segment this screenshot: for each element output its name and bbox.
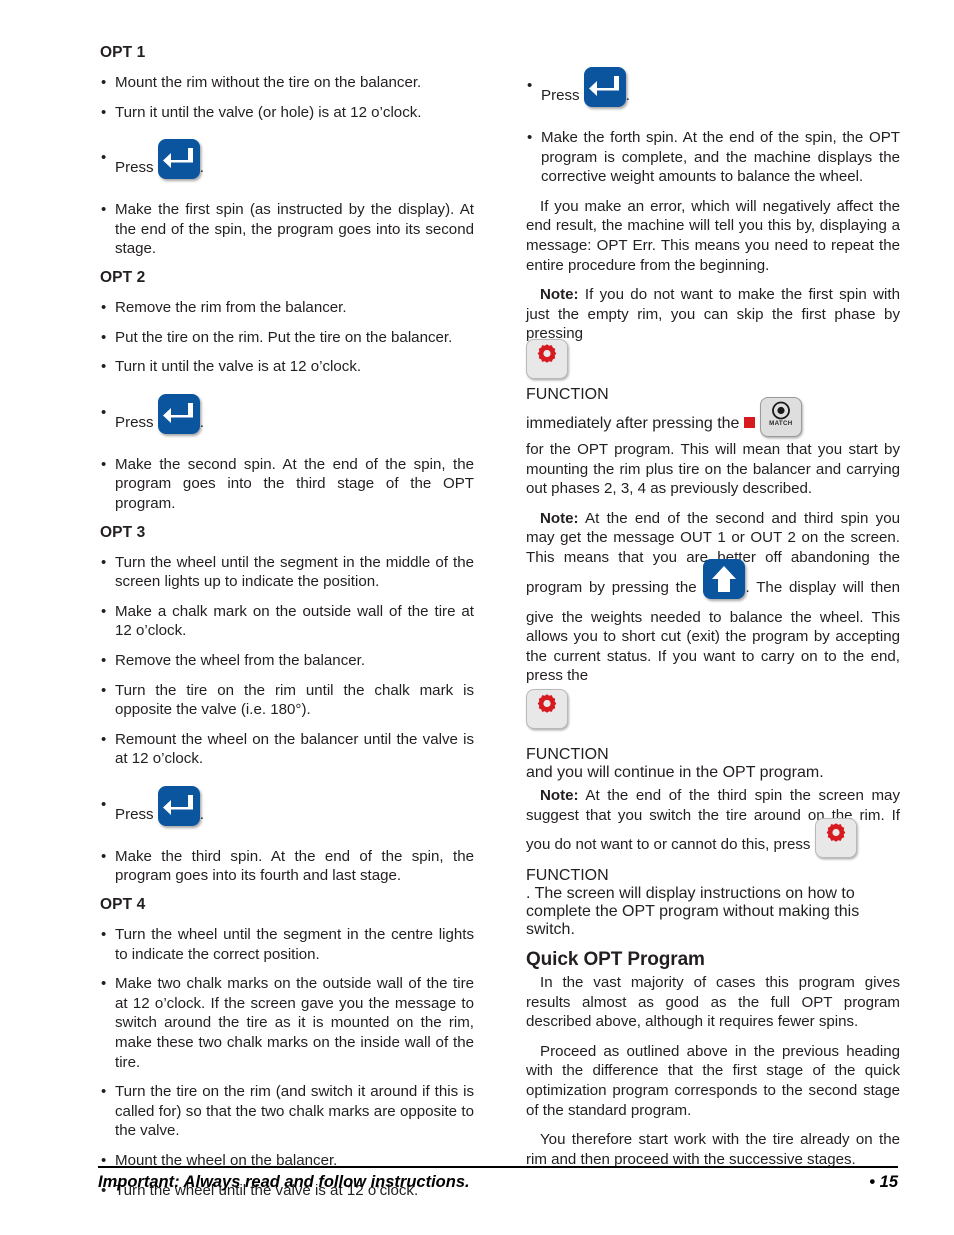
list-item: Make two chalk marks on the outside wall… <box>100 974 474 1072</box>
left-column: OPT 1 Mount the rim without the tire on … <box>100 44 474 1210</box>
note1-text-b: immediately after pressing the <box>526 415 744 433</box>
note1-text-a: If you do not want to make the first spi… <box>526 286 900 343</box>
list-item: Turn it until the valve (or hole) is at … <box>100 103 474 123</box>
match-target-icon[interactable]: MATCH <box>759 396 802 437</box>
press-suffix: . <box>199 805 204 823</box>
note-label: Note: <box>540 286 579 304</box>
press-suffix: . <box>199 159 204 177</box>
footer-page-number: • 15 <box>869 1173 898 1191</box>
bullet-text: Turn it until the valve (or hole) is at … <box>115 103 422 121</box>
bullet-text: Make the first spin (as instructed by th… <box>115 201 474 258</box>
page-footer: Important: Always read and follow instru… <box>98 1166 898 1192</box>
bullet-text: Remove the rim from the balancer. <box>115 298 347 316</box>
function-gear-icon[interactable] <box>526 338 568 379</box>
match-button-label: MATCH <box>769 419 793 427</box>
opt3-press-list: Press . Make the third spin. At the end … <box>100 785 474 886</box>
note1-paragraph: Note: If you do not want to make the fir… <box>526 285 900 344</box>
list-item: Make the first spin (as instructed by th… <box>100 200 474 259</box>
opt2-bullet-list: Remove the rim from the balancer. Put th… <box>100 298 474 377</box>
bullet-text: Make the third spin. At the end of the s… <box>115 847 474 885</box>
press-label: Press <box>541 86 580 104</box>
note2-paragraph: Note: At the end of the second and third… <box>526 509 900 686</box>
bullet-text: Turn the tire on the rim until the chalk… <box>115 681 474 719</box>
note1-paragraph-tail: for the OPT program. This will mean that… <box>526 440 900 498</box>
list-item: Make the third spin. At the end of the s… <box>100 847 474 886</box>
opt3-bullet-list: Turn the wheel until the segment in the … <box>100 553 474 769</box>
list-item: Put the tire on the rim. Put the tire on… <box>100 328 474 348</box>
bullet-text: Make two chalk marks on the outside wall… <box>115 975 474 1071</box>
document-page: OPT 1 Mount the rim without the tire on … <box>0 0 954 1235</box>
list-item: Turn it until the valve is at 12 o’clock… <box>100 357 474 377</box>
opt1-bullet-list: Mount the rim without the tire on the ba… <box>100 73 474 122</box>
quick-opt-paragraph-3: You therefore start work with the tire a… <box>526 1131 900 1168</box>
press-suffix: . <box>625 86 630 104</box>
list-item: Turn the wheel until the segment in the … <box>100 553 474 592</box>
note-label: Note: <box>540 509 579 527</box>
opt4-bullet-list: Turn the wheel until the segment in the … <box>100 925 474 1200</box>
enter-key-icon[interactable] <box>157 393 200 434</box>
list-item-press: Press . <box>100 393 474 443</box>
bullet-text: Make the forth spin. At the end of the s… <box>541 129 900 186</box>
quick-opt-paragraph-1: In the vast majority of cases this progr… <box>526 974 900 1031</box>
heading-opt2: OPT 2 <box>100 268 146 286</box>
heading-opt3: OPT 3 <box>100 523 146 541</box>
list-item: Make a chalk mark on the outside wall of… <box>100 602 474 641</box>
note-label: Note: <box>540 786 579 804</box>
footer-note: Important: Always read and follow instru… <box>98 1173 470 1191</box>
list-item: Make the forth spin. At the end of the s… <box>526 128 900 187</box>
list-item-press: Press . <box>526 67 900 116</box>
bullet-text: Remount the wheel on the balancer until … <box>115 730 474 768</box>
function-gear-icon[interactable] <box>526 688 568 729</box>
up-arrow-key-icon[interactable] <box>703 558 746 599</box>
note3-paragraph: Note: At the end of the third spin the s… <box>526 786 900 865</box>
bullet-text: Turn the wheel until the segment in the … <box>115 553 474 591</box>
bullet-text: Make the second spin. At the end of the … <box>115 455 474 512</box>
enter-key-icon[interactable] <box>583 67 626 107</box>
function-button-label: FUNCTION <box>526 385 609 403</box>
two-column-body: OPT 1 Mount the rim without the tire on … <box>100 44 900 1210</box>
bullet-text: Put the tire on the rim. Put the tire on… <box>115 328 453 346</box>
press-suffix: . <box>199 413 204 431</box>
bullet-text: Turn the tire on the rim (and switch it … <box>115 1083 474 1140</box>
opt1-press-list: Press . Make the first spin (as instruct… <box>100 139 474 259</box>
right-column: Press . Make the forth spin. At the end … <box>526 44 900 1210</box>
press-label: Press <box>115 159 154 177</box>
list-item: Remount the wheel on the balancer until … <box>100 730 474 769</box>
opt2-press-list: Press . Make the second spin. At the end… <box>100 393 474 514</box>
enter-key-icon[interactable] <box>157 139 200 180</box>
function-gear-icon[interactable] <box>814 818 857 859</box>
bullet-text: Make a chalk mark on the outside wall of… <box>115 602 474 640</box>
note3-text-b: . The screen will display instructions o… <box>526 885 860 939</box>
enter-key-icon[interactable] <box>157 785 200 826</box>
quick-opt-paragraph-2: Proceed as outlined above in the previou… <box>526 1042 900 1119</box>
function-button-label: FUNCTION <box>526 745 609 763</box>
function-button-label: FUNCTION <box>526 867 609 885</box>
list-item-press: Press . <box>100 785 474 835</box>
list-item: Turn the tire on the rim until the chalk… <box>100 681 474 720</box>
list-item: Mount the rim without the tire on the ba… <box>100 73 474 93</box>
bullet-text: Mount the rim without the tire on the ba… <box>115 74 422 91</box>
error-paragraph: If you make an error, which will negativ… <box>526 197 900 274</box>
note2-icon-line <box>526 688 900 736</box>
bullet-text: Remove the wheel from the balancer. <box>115 651 366 669</box>
bullet-text: Turn it until the valve is at 12 o’clock… <box>115 358 362 376</box>
bullet-text: Turn the wheel until the segment in the … <box>115 926 474 963</box>
note2-text-c: and you will continue in the OPT program… <box>526 763 824 781</box>
list-item-press: Press . <box>100 139 474 188</box>
red-square-marker <box>743 417 755 429</box>
heading-opt4: OPT 4 <box>100 896 146 914</box>
list-item: Turn the wheel until the segment in the … <box>100 925 474 964</box>
heading-quick-opt-program: Quick OPT Program <box>526 949 705 971</box>
list-item: Remove the rim from the balancer. <box>100 298 474 318</box>
list-item: Turn the tire on the rim (and switch it … <box>100 1082 474 1141</box>
press-label: Press <box>115 413 154 431</box>
list-item: Make the second spin. At the end of the … <box>100 455 474 514</box>
note1-icon-line <box>526 338 900 386</box>
right-press-list: Press . Make the forth spin. At the end … <box>526 67 900 187</box>
heading-opt1: OPT 1 <box>100 44 146 61</box>
press-label: Press <box>115 805 154 823</box>
list-item: Remove the wheel from the balancer. <box>100 651 474 671</box>
